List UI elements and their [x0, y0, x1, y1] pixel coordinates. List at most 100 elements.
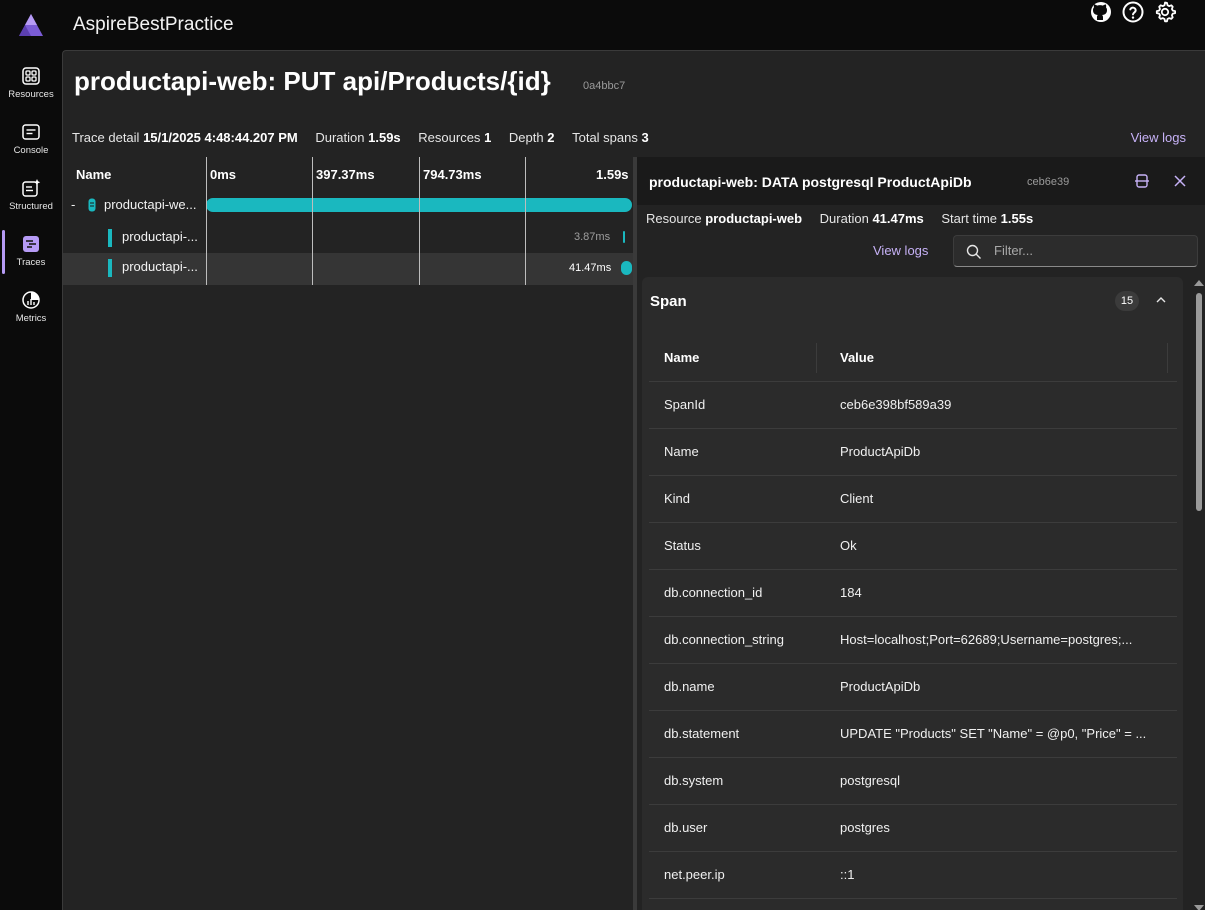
span-duration: 3.87ms [574, 231, 611, 243]
property-count-badge: 15 [1115, 291, 1139, 311]
name-column-header: Name [664, 350, 700, 365]
property-row[interactable]: db.connection_id 184 [649, 570, 1177, 617]
property-row[interactable]: db.statement UPDATE "Products" SET "Name"… [649, 711, 1177, 758]
nav-label-metrics: Metrics [15, 313, 47, 324]
duration-label: Duration [315, 130, 365, 145]
duration-value: 41.47ms [872, 211, 924, 226]
app-title[interactable]: AspireBestPractice [73, 14, 234, 36]
trace-id: 0a4bbc7 [583, 80, 626, 92]
column-resize-handle[interactable] [816, 343, 817, 373]
help-icon[interactable] [1121, 0, 1145, 24]
property-value: Client [840, 491, 874, 506]
duration-value: 1.59s [368, 130, 401, 145]
property-value: postgresql [840, 773, 900, 788]
close-icon[interactable] [1171, 172, 1189, 190]
span-detail-header: productapi-web: DATA postgresql ProductA… [637, 157, 1205, 205]
span-row[interactable]: productapi-... 3.87ms [63, 221, 633, 253]
span-detail-panel: productapi-web: DATA postgresql ProductA… [637, 157, 1205, 910]
scroll-up-arrow-icon[interactable] [1194, 280, 1204, 286]
section-header[interactable]: Span 15 [642, 277, 1183, 327]
scrollbar-thumb[interactable] [1196, 293, 1202, 511]
property-value: postgres [840, 820, 890, 835]
property-value: 184 [840, 585, 862, 600]
timeline-tick: 794.73ms [423, 167, 482, 182]
property-row[interactable]: Name ProductApiDb [649, 429, 1177, 476]
property-row[interactable]: Status Ok [649, 523, 1177, 570]
property-name: Status [664, 538, 701, 553]
page-title: productapi-web: PUT api/Products/{id} [74, 66, 551, 96]
view-logs-link[interactable]: View logs [1131, 130, 1186, 145]
span-name: productapi-... [122, 229, 198, 244]
property-name: db.connection_string [664, 632, 784, 647]
nav-item-structured[interactable]: Structured [0, 168, 62, 220]
span-name: productapi-we... [104, 197, 197, 212]
timeline-gridline [312, 157, 313, 285]
chevron-up-icon[interactable] [1154, 293, 1168, 307]
traces-icon [23, 236, 39, 252]
span-detail-title: productapi-web: DATA postgresql ProductA… [649, 174, 972, 190]
span-row[interactable]: - productapi-we... [63, 189, 633, 221]
grid-header: Name 0ms 397.37ms 794.73ms 1.59s [63, 157, 633, 187]
search-icon [966, 244, 981, 259]
properties-table: Name Value SpanId ceb6e398bf589a39 Name Pr… [649, 335, 1177, 899]
property-row[interactable]: SpanId ceb6e398bf589a39 [649, 382, 1177, 429]
property-name: db.user [664, 820, 708, 835]
resources-label: Resources [418, 130, 481, 145]
property-value: ProductApiDb [840, 444, 921, 459]
span-properties-section: Span 15 Name Value SpanId ceb6e398bf589a3… [642, 277, 1183, 910]
column-resize-handle[interactable] [1167, 343, 1168, 373]
nav-label-console: Console [13, 145, 49, 156]
scroll-down-arrow-icon[interactable] [1194, 905, 1204, 910]
name-column-header: Name [76, 167, 112, 182]
span-duration: 41.47ms [569, 262, 612, 274]
span-id-short: ceb6e39 [1027, 176, 1070, 188]
nav-item-resources[interactable]: Resources [0, 56, 62, 108]
duration-label: Duration [819, 211, 869, 226]
property-name: db.name [664, 679, 715, 694]
timeline-tick: 397.37ms [316, 167, 375, 182]
property-row[interactable]: db.system postgresql [649, 758, 1177, 805]
property-row[interactable]: db.connection_string Host=localhost;Port=… [649, 617, 1177, 664]
trace-span-grid: Name 0ms 397.37ms 794.73ms 1.59s - produ… [63, 157, 633, 910]
trace-detail-label: Trace detail [72, 130, 140, 145]
aspire-logo-icon[interactable] [18, 13, 44, 37]
collapse-toggle[interactable]: - [71, 197, 75, 212]
database-icon [88, 198, 96, 212]
section-title: Span [650, 293, 687, 310]
view-logs-link[interactable]: View logs [873, 243, 928, 258]
timeline-gridline [419, 157, 420, 285]
split-layout-icon[interactable] [1133, 172, 1151, 190]
span-color-marker [108, 229, 112, 247]
settings-icon[interactable] [1153, 0, 1177, 24]
properties-scrollbar[interactable] [1192, 277, 1205, 910]
metrics-icon [22, 291, 40, 309]
trace-detail-value: 15/1/2025 4:48:44.207 PM [143, 130, 298, 145]
filter-field[interactable] [953, 235, 1198, 267]
property-name: db.statement [664, 726, 740, 741]
filter-input[interactable] [994, 243, 1189, 258]
resources-value: 1 [484, 130, 492, 145]
nav-item-metrics[interactable]: Metrics [0, 280, 62, 332]
property-value: ProductApiDb [840, 679, 921, 694]
github-icon[interactable] [1089, 0, 1113, 24]
property-row[interactable]: db.name ProductApiDb [649, 664, 1177, 711]
depth-value: 2 [547, 130, 555, 145]
property-row[interactable]: net.peer.ip::1 [649, 852, 1177, 899]
top-bar: AspireBestPractice [0, 0, 1205, 50]
nav-label-resources: Resources [8, 89, 54, 100]
resource-label: Resource [646, 211, 702, 226]
span-row-selected[interactable]: productapi-... 41.47ms [63, 253, 633, 285]
property-name: Kind [664, 491, 691, 506]
nav-item-console[interactable]: Console [0, 112, 62, 164]
property-name: db.system [664, 773, 724, 788]
span-bar [620, 261, 632, 275]
nav-label-traces: Traces [16, 257, 46, 268]
property-row[interactable]: db.user postgres [649, 805, 1177, 852]
nav-item-traces[interactable]: Traces [0, 224, 62, 276]
property-row[interactable]: Kind Client [649, 476, 1177, 523]
value-column-header: Value [840, 350, 874, 365]
property-name: SpanId [664, 397, 706, 412]
total-spans-value: 3 [641, 130, 649, 145]
property-value: Ok [840, 538, 857, 553]
total-spans-label: Total spans [572, 130, 638, 145]
